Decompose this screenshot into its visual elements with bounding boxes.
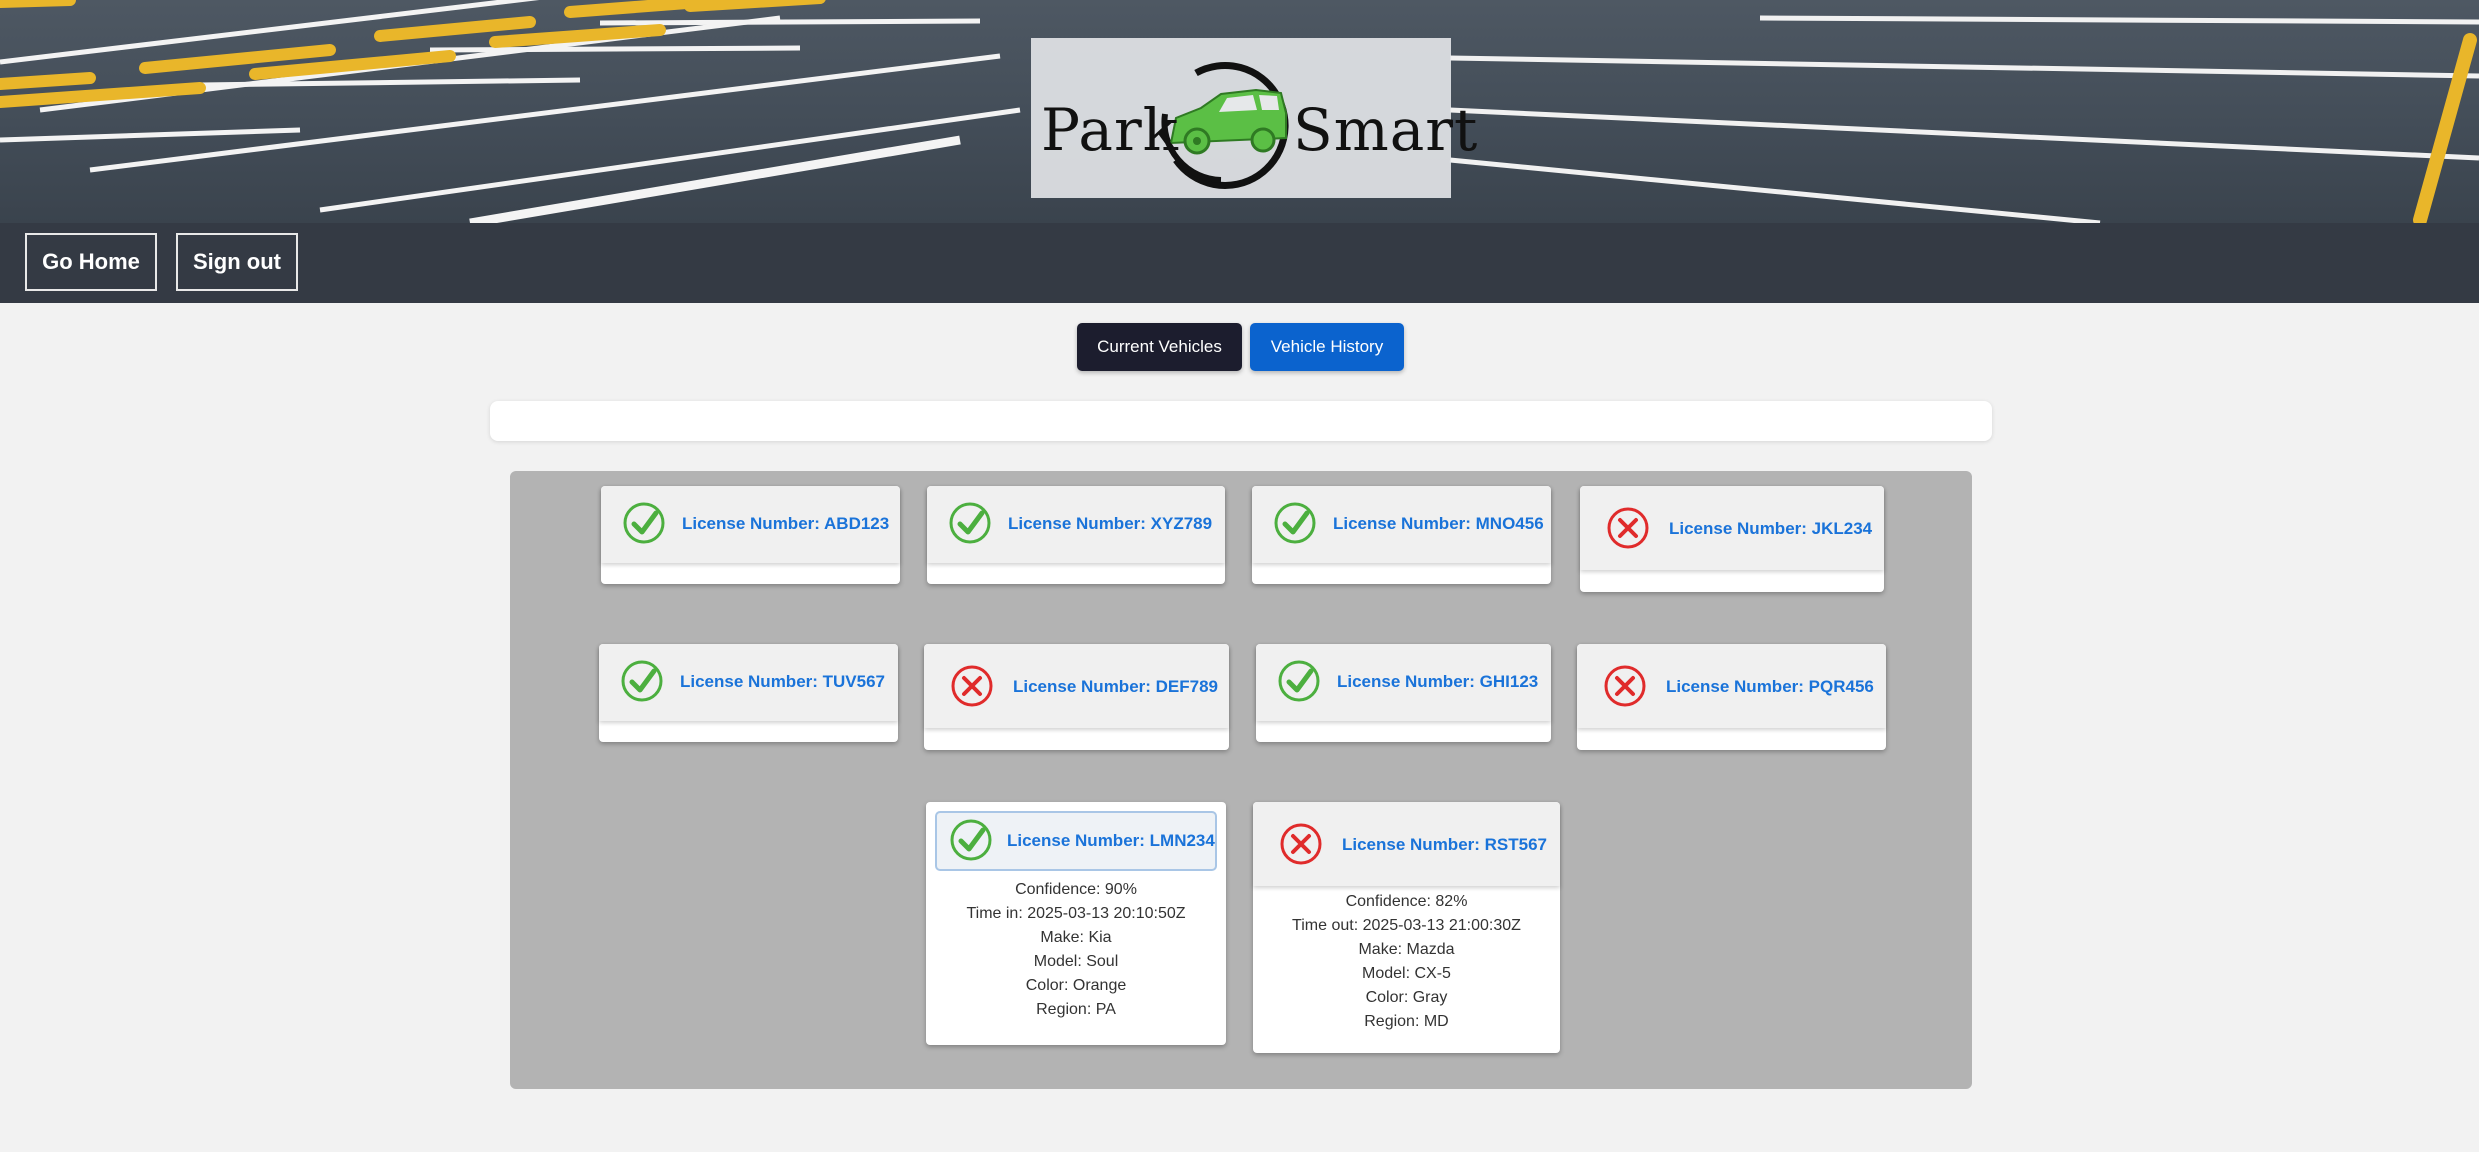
vehicle-card[interactable]: License Number: PQR456	[1577, 644, 1886, 750]
vehicle-card-header[interactable]: License Number: PQR456	[1577, 644, 1886, 728]
license-number: License Number: GHI123	[1337, 672, 1539, 691]
license-number: License Number: TUV567	[680, 672, 886, 691]
vehicle-details: Confidence: 82% Time out: 2025-03-13 21:…	[1253, 890, 1560, 1034]
region-text: Region: MD	[1364, 1013, 1449, 1030]
license-number: License Number: JKL234	[1669, 519, 1873, 538]
vehicle-card[interactable]: License Number: XYZ789	[927, 486, 1225, 584]
x-icon	[951, 665, 993, 707]
vehicle-card-header[interactable]: License Number: RST567	[1253, 802, 1560, 886]
check-icon	[621, 660, 663, 702]
license-number: License Number: DEF789	[1013, 677, 1219, 696]
make-text: Make: Mazda	[1358, 941, 1455, 958]
check-icon	[1274, 502, 1316, 544]
license-number: License Number: XYZ789	[1008, 514, 1213, 533]
vehicle-card-header[interactable]: License Number: LMN234	[935, 811, 1217, 871]
license-number: License Number: LMN234	[1007, 831, 1215, 850]
model-text: Model: Soul	[1033, 953, 1119, 970]
vehicle-card-header[interactable]: License Number: XYZ789	[927, 486, 1225, 563]
vehicle-card[interactable]: License Number: JKL234	[1580, 486, 1884, 592]
vehicle-card-header[interactable]: License Number: DEF789	[924, 644, 1229, 728]
tab-current-vehicles[interactable]: Current Vehicles	[1077, 323, 1242, 371]
check-icon	[950, 819, 992, 861]
license-number: License Number: ABD123	[682, 514, 890, 533]
license-number: License Number: PQR456	[1666, 677, 1874, 696]
vehicle-card-expanded[interactable]: License Number: LMN234 Confidence: 90% T…	[926, 802, 1226, 1045]
vehicle-details: Confidence: 90% Time in: 2025-03-13 20:1…	[926, 878, 1226, 1022]
vehicle-card[interactable]: License Number: GHI123	[1256, 644, 1551, 742]
time-out-text: Time out: 2025-03-13 21:00:30Z	[1292, 917, 1521, 934]
make-text: Make: Kia	[1040, 929, 1112, 946]
logo-text-park: Park	[1041, 96, 1179, 164]
license-number: License Number: MNO456	[1333, 514, 1544, 533]
go-home-button[interactable]: Go Home	[25, 233, 157, 291]
vehicle-card-header[interactable]: License Number: ABD123	[601, 486, 900, 563]
vehicle-card[interactable]: License Number: ABD123	[601, 486, 900, 584]
x-icon	[1604, 665, 1646, 707]
model-text: Model: CX-5	[1362, 965, 1451, 982]
vehicle-card-header[interactable]: License Number: JKL234	[1580, 486, 1884, 570]
sign-out-button[interactable]: Sign out	[176, 233, 298, 291]
vehicle-grid: License Number: ABD123 License Number: X…	[510, 471, 1972, 1089]
vehicle-card-header[interactable]: License Number: MNO456	[1252, 486, 1551, 563]
park-smart-logo[interactable]: Park Smart	[1031, 38, 1477, 198]
x-icon	[1280, 823, 1322, 865]
x-icon	[1607, 507, 1649, 549]
hero-banner: Park Smart	[0, 0, 2479, 223]
logo-text-smart: Smart	[1293, 96, 1479, 164]
filter-bar[interactable]	[490, 401, 1992, 441]
vehicle-card[interactable]: License Number: MNO456	[1252, 486, 1551, 584]
color-text: Color: Gray	[1365, 989, 1448, 1006]
check-icon	[949, 502, 991, 544]
region-text: Region: PA	[1036, 1001, 1116, 1018]
tab-vehicle-history[interactable]: Vehicle History	[1250, 323, 1404, 371]
navbar: Go Home Sign out	[0, 223, 2479, 303]
confidence-text: Confidence: 82%	[1345, 893, 1468, 910]
vehicle-card-header[interactable]: License Number: GHI123	[1256, 644, 1551, 721]
check-icon	[623, 502, 665, 544]
confidence-text: Confidence: 90%	[1015, 881, 1137, 898]
check-icon	[1278, 660, 1320, 702]
time-in-text: Time in: 2025-03-13 20:10:50Z	[966, 905, 1186, 922]
vehicle-card-expanded[interactable]: License Number: RST567 Confidence: 82% T…	[1253, 802, 1560, 1053]
vehicle-card[interactable]: License Number: TUV567	[599, 644, 898, 742]
license-number: License Number: RST567	[1342, 835, 1548, 854]
vehicle-card[interactable]: License Number: DEF789	[924, 644, 1229, 750]
color-text: Color: Orange	[1025, 977, 1127, 994]
vehicle-card-header[interactable]: License Number: TUV567	[599, 644, 898, 721]
